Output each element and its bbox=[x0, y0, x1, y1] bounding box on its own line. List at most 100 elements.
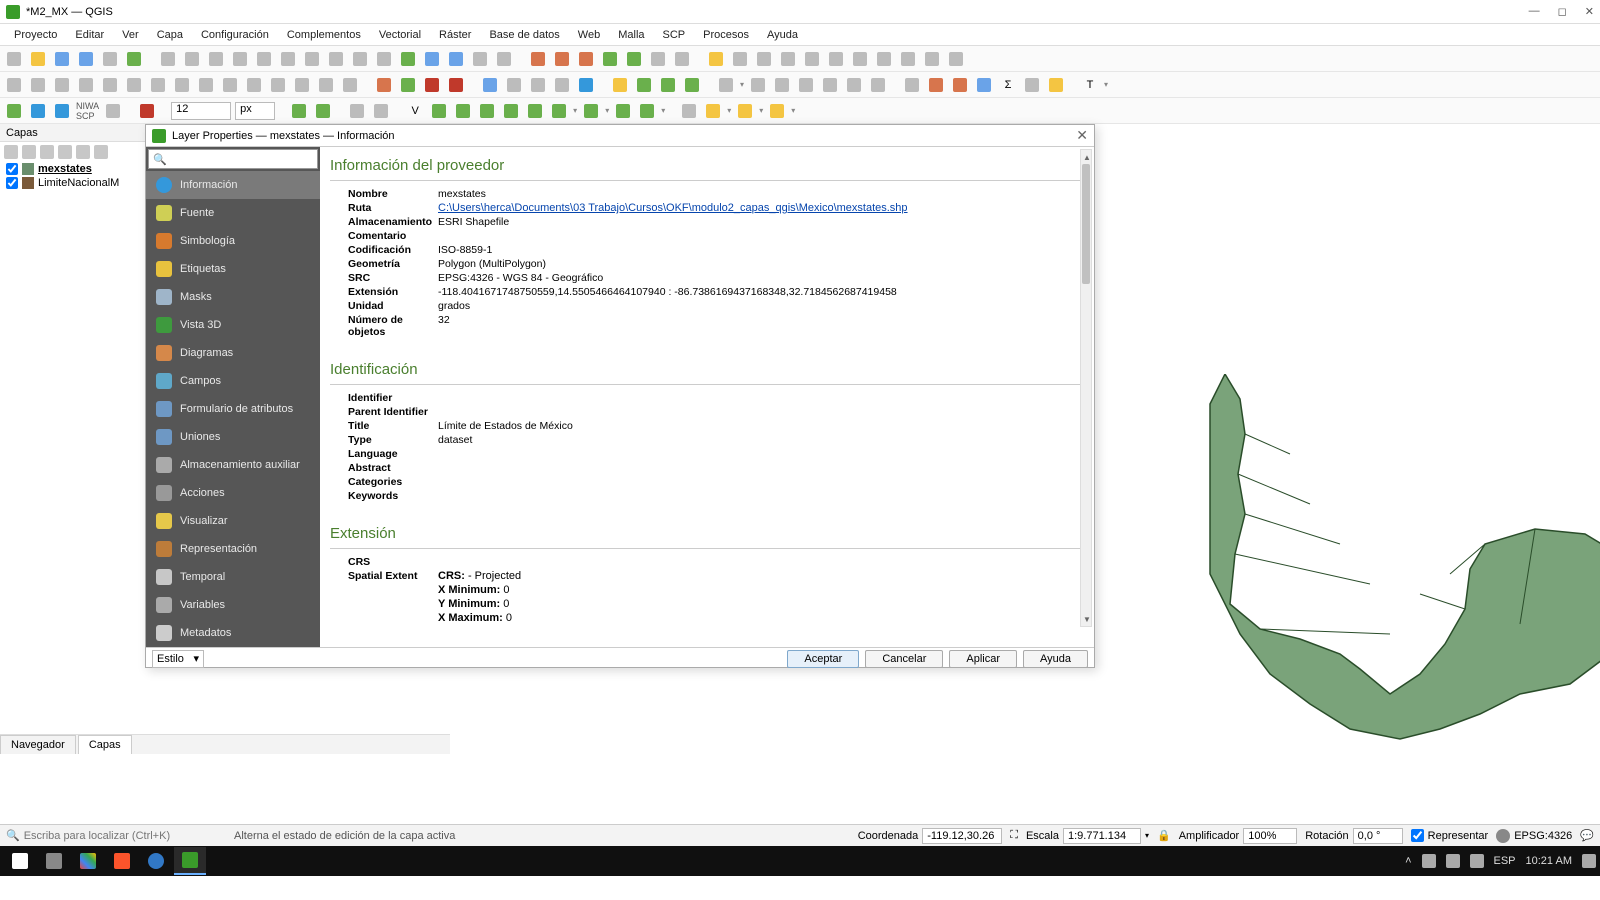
zoom-selection-icon[interactable] bbox=[278, 49, 298, 69]
nav-visualizar[interactable]: Visualizar bbox=[146, 507, 320, 535]
python-console-icon[interactable] bbox=[1022, 75, 1042, 95]
roi-radius-input[interactable]: 12 bbox=[171, 102, 231, 120]
zoom-next-icon[interactable] bbox=[374, 49, 394, 69]
menu-vectorial[interactable]: Vectorial bbox=[371, 27, 429, 43]
reshape-icon[interactable] bbox=[100, 75, 120, 95]
nav-vista3d[interactable]: Vista 3D bbox=[146, 311, 320, 339]
split-features-icon[interactable] bbox=[148, 75, 168, 95]
ok-button[interactable]: Aceptar bbox=[787, 650, 859, 668]
copy-features-icon[interactable] bbox=[874, 49, 894, 69]
simplify-icon[interactable] bbox=[268, 75, 288, 95]
nav-fuente[interactable]: Fuente bbox=[146, 199, 320, 227]
minimize-button[interactable]: — bbox=[1529, 5, 1540, 18]
r-icon[interactable] bbox=[140, 847, 172, 875]
qgis-taskbar-icon[interactable] bbox=[174, 847, 206, 875]
chrome-icon[interactable] bbox=[72, 847, 104, 875]
cut-features-icon[interactable] bbox=[850, 49, 870, 69]
delete-part-icon[interactable] bbox=[316, 75, 336, 95]
zoom-native-icon[interactable] bbox=[326, 49, 346, 69]
field-calculator-icon[interactable] bbox=[576, 75, 596, 95]
menu-procesos[interactable]: Procesos bbox=[695, 27, 757, 43]
new-mesh-icon[interactable] bbox=[624, 49, 644, 69]
zoom-layer-icon[interactable] bbox=[302, 49, 322, 69]
language-indicator[interactable]: ESP bbox=[1494, 855, 1516, 867]
style-dropdown[interactable]: Estilo▾ bbox=[152, 650, 204, 668]
layer-checkbox[interactable] bbox=[6, 177, 18, 189]
undo-icon[interactable] bbox=[922, 49, 942, 69]
new-spatialite-icon[interactable] bbox=[600, 49, 620, 69]
vector-tool-icon[interactable] bbox=[549, 101, 569, 121]
onedrive-icon[interactable] bbox=[1446, 854, 1460, 868]
delete-selected-icon[interactable] bbox=[826, 49, 846, 69]
zoom-full-icon[interactable] bbox=[254, 49, 274, 69]
layer-expand-icon[interactable] bbox=[58, 145, 72, 159]
measure-area-icon[interactable] bbox=[634, 75, 654, 95]
maximize-button[interactable]: ◻ bbox=[1558, 5, 1567, 18]
locator-search[interactable]: 🔍 bbox=[6, 827, 226, 845]
advanced-digitizing-icon[interactable] bbox=[844, 75, 864, 95]
lock-icon[interactable]: 🔒 bbox=[1157, 829, 1171, 842]
roi-pointer-icon[interactable] bbox=[137, 101, 157, 121]
vector-centroid-icon[interactable] bbox=[313, 101, 333, 121]
vector-tool-icon[interactable] bbox=[637, 101, 657, 121]
snapping-icon[interactable] bbox=[716, 75, 736, 95]
new-shapefile-icon[interactable] bbox=[576, 49, 596, 69]
network-icon[interactable] bbox=[1470, 854, 1484, 868]
nav-metadatos[interactable]: Metadatos bbox=[146, 619, 320, 647]
scp-batch-icon[interactable] bbox=[446, 75, 466, 95]
vertex-editor-icon[interactable] bbox=[820, 75, 840, 95]
notifications-icon[interactable] bbox=[1582, 854, 1596, 868]
menu-basedatos[interactable]: Base de datos bbox=[481, 27, 567, 43]
processing-toolbox-icon[interactable] bbox=[902, 75, 922, 95]
paste-features-icon[interactable] bbox=[898, 49, 918, 69]
dialog-scrollbar[interactable]: ▲ ▼ bbox=[1080, 149, 1092, 627]
vector-tool-icon[interactable] bbox=[525, 101, 545, 121]
db-manager-icon[interactable] bbox=[347, 101, 367, 121]
dialog-close-icon[interactable]: ✕ bbox=[1076, 127, 1088, 144]
open-attribute-table-icon[interactable] bbox=[552, 75, 572, 95]
trim-extend-icon[interactable] bbox=[340, 75, 360, 95]
style-manager-icon[interactable] bbox=[124, 49, 144, 69]
nav-acciones[interactable]: Acciones bbox=[146, 479, 320, 507]
label-tool-icon[interactable] bbox=[767, 101, 787, 121]
chevron-down-icon[interactable]: ▾ bbox=[1104, 80, 1108, 89]
zoom-in-icon[interactable] bbox=[206, 49, 226, 69]
refresh-icon[interactable] bbox=[494, 49, 514, 69]
new-bookmark-icon[interactable] bbox=[422, 49, 442, 69]
menu-ayuda[interactable]: Ayuda bbox=[759, 27, 806, 43]
scroll-thumb[interactable] bbox=[1082, 164, 1090, 284]
redo-icon[interactable] bbox=[946, 49, 966, 69]
layer-expression-icon[interactable] bbox=[40, 145, 54, 159]
save-as-icon[interactable] bbox=[76, 49, 96, 69]
label-tool-icon[interactable] bbox=[703, 101, 723, 121]
clock[interactable]: 10:21 AM bbox=[1526, 855, 1572, 867]
menu-malla[interactable]: Malla bbox=[610, 27, 652, 43]
nav-informacion[interactable]: Información bbox=[146, 171, 320, 199]
temporal-controller-icon[interactable] bbox=[470, 49, 490, 69]
pan-icon[interactable] bbox=[158, 49, 178, 69]
menu-web[interactable]: Web bbox=[570, 27, 608, 43]
roi-unit-select[interactable]: px bbox=[235, 102, 275, 120]
rotate-feature-icon[interactable] bbox=[244, 75, 264, 95]
start-button[interactable] bbox=[4, 847, 36, 875]
show-bookmarks-icon[interactable] bbox=[446, 49, 466, 69]
vector-tool-icon[interactable] bbox=[429, 101, 449, 121]
layer-row-limitenacional[interactable]: LimiteNacionalM bbox=[0, 176, 145, 190]
magnifier-input[interactable] bbox=[1243, 828, 1297, 844]
help-button[interactable]: Ayuda bbox=[1023, 650, 1088, 668]
new-memory-icon[interactable] bbox=[672, 49, 692, 69]
menu-ver[interactable]: Ver bbox=[114, 27, 147, 43]
vector-create-icon[interactable] bbox=[289, 101, 309, 121]
merge-features-icon[interactable] bbox=[196, 75, 216, 95]
deselect-icon[interactable] bbox=[528, 75, 548, 95]
select-features-icon[interactable] bbox=[504, 75, 524, 95]
extents-icon[interactable]: ⛶ bbox=[1010, 829, 1018, 842]
chevron-down-icon[interactable]: ▾ bbox=[740, 80, 744, 89]
task-view-button[interactable] bbox=[38, 847, 70, 875]
layer-collapse-icon[interactable] bbox=[76, 145, 90, 159]
nav-formulario[interactable]: Formulario de atributos bbox=[146, 395, 320, 423]
fill-ring-icon[interactable] bbox=[76, 75, 96, 95]
vector-tool-icon[interactable]: V bbox=[405, 101, 425, 121]
add-feature-icon[interactable] bbox=[754, 49, 774, 69]
nav-almacenamiento[interactable]: Almacenamiento auxiliar bbox=[146, 451, 320, 479]
